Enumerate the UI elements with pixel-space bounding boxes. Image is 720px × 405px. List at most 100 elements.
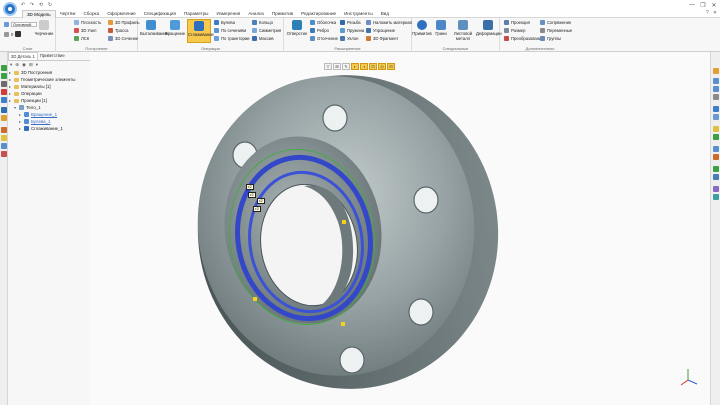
draft-button[interactable]: Уклон (340, 36, 358, 41)
groups-button[interactable]: Группы (540, 36, 561, 41)
tab-assembly[interactable]: Сборка (79, 10, 103, 18)
tree-grid-icon[interactable]: ⊞ (29, 62, 33, 68)
3d-section-button[interactable]: 3D Сечение (108, 36, 138, 41)
sheet-metal-button[interactable]: Листовой металл (450, 19, 476, 43)
tree-item-operations[interactable]: ▸ Операции (8, 90, 90, 97)
boolean-button[interactable]: Булева (214, 20, 235, 25)
transform-button[interactable]: Преобразование (504, 36, 544, 41)
rotation-button[interactable]: Вращение (164, 19, 186, 43)
projection-button[interactable]: Проекция (504, 20, 530, 25)
tree-item-smoothing[interactable]: ▸ Сглаживание_1 (8, 125, 90, 132)
tree-item-projections[interactable]: ▸ Проекции [1] (8, 97, 90, 104)
measure-icon[interactable] (713, 194, 719, 200)
3d-fragment-button[interactable]: 3D Фрагмент (366, 36, 398, 41)
3d-profile-button[interactable]: 3D Профиль (108, 20, 140, 25)
fillet-radius-tag[interactable]: r2 (257, 198, 265, 204)
3d-node-button[interactable]: 3D Узел (74, 28, 96, 33)
tab-parameters[interactable]: Параметры (180, 10, 213, 18)
sketch-button[interactable]: Черчение (34, 19, 54, 43)
spring-button[interactable]: Пружина (340, 28, 364, 33)
expand-icon[interactable]: ▸ (18, 118, 22, 125)
zoom-in-icon[interactable] (713, 78, 719, 84)
simplify-button[interactable]: Упрощение (366, 28, 395, 33)
tab-editing[interactable]: Редактирование (297, 10, 340, 18)
dimension-button[interactable]: Размер (504, 28, 525, 33)
apply-material-button[interactable]: Наложить материал (366, 20, 412, 25)
thread-button[interactable]: Резьба (340, 20, 361, 25)
fillet-radius-tag[interactable]: r2 (253, 206, 261, 212)
help-tool-icon[interactable] (1, 97, 7, 103)
3d-viewport[interactable]: ▽ ⊞ ✎ ◐ ◑ ⊡ ◎ ⊟ r2 r2 r2 r2 (90, 52, 710, 405)
faces-button[interactable]: Грани (432, 19, 450, 43)
tab-measurements[interactable]: Измерения (212, 10, 244, 18)
tree-menu-icon[interactable]: ▾ (36, 62, 38, 68)
redo-icon[interactable]: ↷ (29, 2, 35, 8)
expand-icon[interactable]: ▸ (18, 125, 22, 132)
loft-button[interactable]: По сечениям (214, 28, 246, 33)
array-button[interactable]: Массив (252, 36, 274, 41)
plane-button[interactable]: Плоскость (74, 20, 101, 25)
mate-button[interactable]: Сопряжение (540, 20, 571, 25)
color-swatch-icon[interactable] (15, 31, 22, 37)
chain-icon[interactable] (1, 143, 7, 149)
layer-select[interactable]: Основной (4, 22, 37, 27)
shading-icon[interactable] (713, 126, 719, 132)
fit-view-icon[interactable] (713, 114, 719, 120)
rebuild-icon[interactable]: ⟲ (38, 2, 44, 8)
light-icon[interactable] (713, 166, 719, 172)
tree-item-body[interactable]: ▾ Тело_1 (8, 104, 90, 111)
hole-button[interactable]: Отверстие (286, 19, 308, 43)
tab-3d-model[interactable]: 3D Модель (22, 10, 56, 18)
section-view-icon[interactable] (713, 146, 719, 152)
variables-button[interactable]: Переменные (540, 28, 572, 33)
tree-item-geometry[interactable]: ▸ Геометрические элементы (8, 76, 90, 83)
minimize-icon[interactable]: — (689, 2, 695, 9)
smoothing-button[interactable]: Сглаживание (187, 19, 214, 43)
help-icon[interactable]: ? (706, 10, 709, 16)
rib-button[interactable]: Ребро (310, 28, 329, 33)
expand-icon[interactable]: ▸ (8, 97, 12, 104)
sweep-button[interactable]: По траектории (214, 36, 250, 41)
expand-icon[interactable]: ▸ (8, 69, 12, 76)
layer-number[interactable]: 0 (4, 31, 22, 37)
tree-item-boolean[interactable]: ▸ Булева_1 (8, 118, 90, 125)
fillet-radius-tag[interactable]: r2 (246, 184, 254, 190)
primitive-button[interactable]: Примитив (412, 19, 432, 43)
tree-filter-icon[interactable]: ▾ (10, 62, 12, 68)
shell-button[interactable]: Оболочка (310, 20, 336, 25)
collapse-icon[interactable]: ▾ (13, 104, 17, 111)
tree-item-materials[interactable]: ▸ Материалы [1] (8, 83, 90, 90)
tab-analysis[interactable]: Анализ (244, 10, 268, 18)
tab-tools[interactable]: Инструменты (340, 10, 377, 18)
app-logo-icon[interactable] (3, 2, 17, 16)
material-view-icon[interactable] (713, 186, 719, 192)
tree-view-icon[interactable]: ◉ (22, 62, 26, 68)
tab-formatting[interactable]: Оформление (103, 10, 140, 18)
extrude-button[interactable]: Выталкивание (140, 19, 168, 43)
cancel-icon[interactable] (1, 89, 7, 95)
expand-icon[interactable]: ▸ (8, 83, 12, 90)
tab-welcome[interactable]: Приветствие (38, 52, 67, 60)
pause-icon[interactable] (1, 81, 7, 87)
filter-icon[interactable] (1, 115, 7, 121)
tab-drawing[interactable]: Чертёж (56, 10, 80, 18)
tree-item-rotation[interactable]: ▸ Вращение_1 (8, 111, 90, 118)
render-icon[interactable] (713, 154, 719, 160)
refresh-icon[interactable]: ↻ (47, 2, 53, 8)
select-icon[interactable] (1, 107, 7, 113)
rotate-view-icon[interactable] (713, 106, 719, 112)
tree-item-3d-constructions[interactable]: ▸ 3D Построения (8, 69, 90, 76)
ring-button[interactable]: Кольцо (252, 20, 273, 25)
zoom-out-icon[interactable] (713, 86, 719, 92)
wireframe-icon[interactable] (713, 134, 719, 140)
expand-icon[interactable]: ▸ (18, 111, 22, 118)
close-document-icon[interactable]: ✕ (713, 10, 717, 16)
undo-icon[interactable]: ↶ (20, 2, 26, 8)
confirm-icon[interactable] (1, 65, 7, 71)
fillet-radius-tag[interactable]: r2 (248, 192, 256, 198)
expand-icon[interactable]: ▸ (8, 76, 12, 83)
tab-view[interactable]: Вид (377, 10, 393, 18)
flange-model[interactable] (90, 52, 710, 405)
lcs-button[interactable]: ЛСК (74, 36, 89, 41)
camera-icon[interactable] (713, 174, 719, 180)
